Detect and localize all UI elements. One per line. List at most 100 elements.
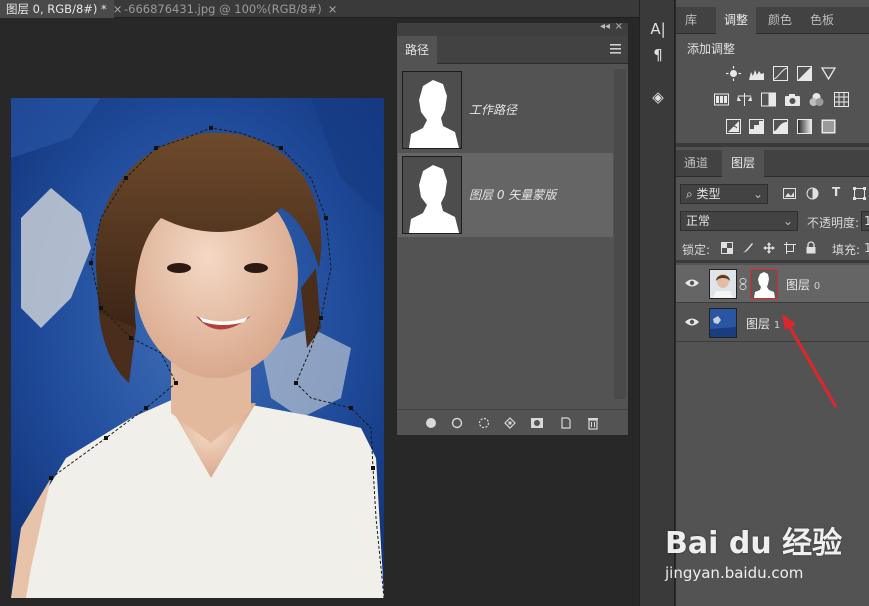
new-path-icon[interactable] [559,416,573,430]
layer-thumbnail [709,269,737,299]
path-row-vector-mask[interactable]: 图层 0 矢量蒙版 [398,153,613,237]
hue-saturation-icon[interactable] [714,92,729,107]
layer-name-text: 图层 [786,278,811,292]
blend-mode-select[interactable]: 正常 ⌄ [680,211,798,231]
lock-position-icon[interactable] [763,242,775,254]
watermark-brand: Bai du 经验 [665,526,843,561]
lock-pixels-icon[interactable] [742,242,754,254]
document-tab-label: 图层 0, RGB/8#) * [6,2,107,16]
invert-icon[interactable] [726,119,741,134]
silhouette-icon [409,165,459,233]
opacity-label: 不透明度: [807,216,860,230]
curves-icon[interactable] [773,66,788,81]
color-balance-icon[interactable] [737,92,752,107]
annotation-arrow [782,314,838,408]
paths-scrollbar[interactable] [614,69,626,399]
channel-mixer-icon[interactable] [809,92,824,107]
fill-value[interactable]: 1 [864,241,869,255]
path-thumbnail [402,71,462,149]
path-row-work-path[interactable]: 工作路径 [398,68,613,152]
blend-mode-value: 正常 [686,214,711,228]
document-tab-label: -666876431.jpg @ 100%(RGB/8#) [124,2,322,16]
close-icon[interactable]: × [615,21,623,32]
pixel-filter-icon[interactable] [783,187,796,200]
layer-number: 0 [813,281,821,292]
eye-icon[interactable] [685,278,699,288]
layer-row-0[interactable]: 图层 0 [676,265,869,303]
tab-adjustments[interactable]: 调整 [716,7,756,34]
layer-filter-value: 类型 [696,187,721,201]
tab-paths[interactable]: 路径 [397,36,437,64]
baidu-jingyan-watermark: Bai du 经验 jingyan.baidu.com [665,518,865,588]
canvas-photo[interactable] [11,98,384,598]
lock-all-icon[interactable] [805,241,817,254]
type-filter-icon[interactable]: T [832,185,840,199]
delete-path-icon[interactable] [586,416,600,430]
path-name: 工作路径 [469,103,518,117]
document-tab-second[interactable]: -666876431.jpg @ 100%(RGB/8#) × [118,0,343,18]
photo-filter-icon[interactable] [785,92,800,107]
fill-path-icon[interactable] [424,416,438,430]
panel-divider [676,143,869,147]
watermark-url: jingyan.baidu.com [665,564,804,582]
panel-menu-icon[interactable] [610,44,621,54]
layer-name-text: 图层 [746,317,771,331]
gradient-map-icon[interactable] [797,119,812,134]
paragraph-panel-icon[interactable]: ¶ [648,46,668,66]
shape-filter-icon[interactable] [853,187,866,200]
tab-layers[interactable]: 图层 [722,150,764,177]
portrait-image [11,98,384,598]
collapse-icon[interactable]: ◂◂ [600,21,610,32]
black-white-icon[interactable] [761,92,776,107]
paths-panel-titlebar[interactable]: ◂◂ × [397,21,628,36]
opacity-input[interactable]: 1 [861,211,869,231]
3d-panel-icon[interactable]: ◈ [648,88,668,108]
vector-mask-thumbnail[interactable] [750,269,778,299]
document-tab-bar: 图层 0, RGB/8#) * × -666876431.jpg @ 100%(R… [0,0,640,18]
posterize-icon[interactable] [749,119,764,134]
paths-panel-header: 路径 [397,36,628,64]
lock-label: 锁定: [682,243,711,257]
color-lookup-icon[interactable] [834,92,849,107]
search-icon: ⌕ [686,187,697,201]
link-icon[interactable] [739,278,747,290]
lock-transparent-icon[interactable] [721,242,733,254]
tab-libraries[interactable]: 库 [676,7,706,34]
levels-icon[interactable] [749,66,764,81]
photoshop-window: 图层 0, RGB/8#) * × -666876431.jpg @ 100%(R… [0,0,869,606]
panel-divider [676,260,869,263]
adjustment-filter-icon[interactable] [806,187,819,200]
silhouette-icon [754,272,775,298]
document-tab-active[interactable]: 图层 0, RGB/8#) * × [0,0,122,18]
layer-name[interactable]: 图层 0 [786,276,820,293]
panel-dock-strip: A| ¶ ◈ [639,0,675,606]
lock-artboard-icon[interactable] [784,242,796,254]
layers-tab-bar: 通道 图层 [676,150,869,177]
selective-color-icon[interactable] [821,119,836,134]
brightness-icon[interactable] [726,66,741,81]
path-thumbnail [402,156,462,234]
paths-panel: ◂◂ × 路径 工作路径 图层 0 矢量蒙版 [396,21,629,436]
right-panel-group: 库 调整 颜色 色板 添加调整 通道 图层 ⌕ 类型 ⌄ T 正常 ⌄ 不透明度… [676,0,869,606]
layer-filter-select[interactable]: ⌕ 类型 ⌄ [680,184,768,204]
eye-icon[interactable] [685,317,699,327]
add-adjustment-label: 添加调整 [687,42,736,56]
tab-color[interactable]: 颜色 [762,7,798,34]
chevron-down-icon: ⌄ [782,214,793,228]
character-panel-icon[interactable]: A| [648,20,668,40]
tab-channels[interactable]: 通道 [676,150,716,177]
close-icon[interactable]: × [328,2,338,16]
make-work-path-icon[interactable] [503,416,517,430]
tab-swatches[interactable]: 色板 [804,7,840,34]
paths-panel-footer [397,409,628,435]
load-selection-icon[interactable] [477,416,491,430]
add-mask-icon[interactable] [530,416,544,430]
stroke-path-icon[interactable] [450,416,464,430]
exposure-icon[interactable] [797,66,812,81]
threshold-icon[interactable] [773,119,788,134]
vibrance-icon[interactable] [821,66,836,81]
silhouette-icon [409,80,459,148]
layer-thumbnail [709,308,737,338]
chevron-down-icon: ⌄ [752,187,763,201]
path-name: 图层 0 矢量蒙版 [469,188,557,202]
